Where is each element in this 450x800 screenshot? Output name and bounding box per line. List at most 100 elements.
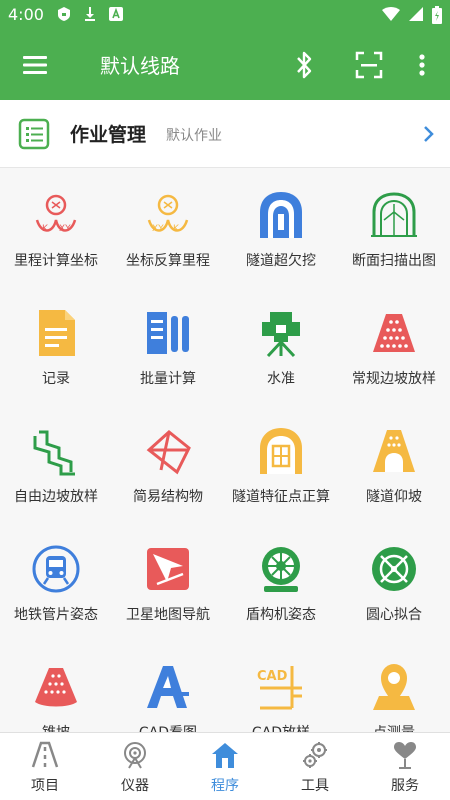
- bottom-nav: 项目 仪器 程序 工具 服务: [0, 732, 450, 800]
- free-slope-icon: [33, 430, 75, 476]
- nav-label: 工具: [301, 778, 329, 794]
- level-icon: [262, 312, 300, 358]
- job-subtitle: 默认作业: [166, 128, 222, 144]
- more-options-icon[interactable]: [412, 50, 432, 80]
- grid-item-mileage-to-coord[interactable]: K XY 里程计算坐标: [0, 172, 112, 290]
- cad-view-icon: [147, 666, 189, 708]
- grid-item-free-slope[interactable]: 自由边坡放样: [0, 408, 112, 526]
- grid-item-circle-fit[interactable]: 圆心拟合: [338, 526, 450, 644]
- grid-item-tunnel-feature[interactable]: 隧道特征点正算: [225, 408, 337, 526]
- grid-item-label: 断面扫描出图: [352, 253, 436, 269]
- tunnel-overbreak-icon: [260, 192, 302, 238]
- grid-item-shield-machine[interactable]: 盾构机姿态: [225, 526, 337, 644]
- metro-segment-icon: [32, 545, 80, 593]
- grid-item-label: 盾构机姿态: [246, 607, 316, 623]
- section-scan-icon: [371, 192, 417, 237]
- app-title: 默认线路: [100, 54, 180, 78]
- job-title: 作业管理: [70, 124, 147, 146]
- satellite-map-icon: [147, 548, 189, 590]
- grid-item-batch-calc[interactable]: 批量计算: [112, 290, 224, 408]
- grid-item-label: 隧道特征点正算: [232, 489, 330, 505]
- grid-item-label: 批量计算: [140, 371, 196, 387]
- grid-item-label: 地铁管片姿态: [14, 607, 98, 623]
- grid-item-record[interactable]: 记录: [0, 290, 112, 408]
- home-icon: [212, 743, 238, 768]
- bluetooth-icon[interactable]: [290, 48, 318, 82]
- grid-item-level[interactable]: 水准: [225, 290, 337, 408]
- project-icon: [31, 741, 59, 768]
- grid-item-label: CAD放样: [225, 722, 337, 732]
- battery-icon: [432, 6, 442, 24]
- grid-item-label: CAD看图: [112, 722, 224, 732]
- tools-icon: [303, 742, 327, 768]
- grid-item-label: 常规边坡放样: [352, 371, 436, 387]
- coord-to-mileage-icon: XY K: [147, 194, 189, 234]
- svg-text:XY: XY: [59, 224, 71, 234]
- nav-label: 程序: [211, 778, 239, 794]
- job-list-icon: [18, 118, 50, 150]
- svg-text:CAD: CAD: [257, 669, 288, 684]
- grid-item-label: 坐标反算里程: [126, 253, 210, 269]
- status-notification-icons: [56, 6, 124, 22]
- status-bar: 4:00: [0, 0, 450, 30]
- grid-item-label: 圆心拟合: [366, 607, 422, 623]
- grid-item-tunnel-slope[interactable]: 隧道仰坡: [338, 408, 450, 526]
- function-grid: K XY 里程计算坐标 XY K 坐标反算里程 隧道超欠挖 断面扫描出图 记录 …: [0, 172, 450, 732]
- grid-item-label: 水准: [267, 371, 295, 387]
- record-icon: [39, 310, 75, 356]
- svg-text:K: K: [173, 224, 180, 234]
- mileage-to-coord-icon: K XY: [35, 194, 77, 234]
- grid-item-cad-view[interactable]: CAD看图: [112, 644, 224, 732]
- shield-notification-icon: [58, 7, 70, 21]
- nav-label: 服务: [391, 778, 419, 794]
- app-bar: 默认线路: [0, 30, 450, 100]
- nav-item-program[interactable]: 程序: [180, 733, 270, 800]
- chevron-right-icon[interactable]: [422, 124, 436, 144]
- grid-item-tunnel-overbreak[interactable]: 隧道超欠挖: [225, 172, 337, 290]
- svg-text:XY: XY: [152, 224, 164, 234]
- grid-item-label: 点测量: [338, 722, 450, 732]
- scan-icon[interactable]: [354, 50, 384, 80]
- grid-item-label: 记录: [42, 371, 70, 387]
- grid-item-cad-stakeout[interactable]: CAD CAD放样: [225, 644, 337, 732]
- nav-label: 项目: [31, 778, 59, 794]
- grid-item-cone-slope[interactable]: 锥坡: [0, 644, 112, 732]
- cone-slope-icon: [35, 668, 77, 707]
- nav-item-project[interactable]: 项目: [0, 733, 90, 800]
- grid-item-coord-to-mileage[interactable]: XY K 坐标反算里程: [112, 172, 224, 290]
- grid-item-label: 简易结构物: [133, 489, 203, 505]
- instrument-icon: [124, 742, 146, 769]
- grid-item-label: 隧道超欠挖: [246, 253, 316, 269]
- tunnel-feature-icon: [260, 428, 302, 474]
- job-management-bar[interactable]: 作业管理 默认作业: [0, 100, 450, 168]
- wifi-icon: [382, 7, 400, 21]
- grid-item-slope-stakeout[interactable]: 常规边坡放样: [338, 290, 450, 408]
- grid-item-label: 隧道仰坡: [366, 489, 422, 505]
- grid-item-label: 卫星地图导航: [126, 607, 210, 623]
- nav-item-tools[interactable]: 工具: [270, 733, 360, 800]
- cad-stakeout-icon: CAD: [257, 666, 302, 710]
- grid-item-label: 锥坡: [0, 722, 112, 732]
- status-system-icons: [382, 6, 442, 24]
- service-icon: [394, 742, 416, 769]
- nav-item-service[interactable]: 服务: [360, 733, 450, 800]
- grid-item-section-scan[interactable]: 断面扫描出图: [338, 172, 450, 290]
- grid-item-label: 自由边坡放样: [14, 489, 98, 505]
- point-measure-icon: [373, 664, 415, 710]
- grid-item-point-measure[interactable]: 点测量: [338, 644, 450, 732]
- tunnel-slope-icon: [373, 430, 415, 472]
- grid-item-simple-structure[interactable]: 简易结构物: [112, 408, 224, 526]
- grid-item-metro-segment[interactable]: 地铁管片姿态: [0, 526, 112, 644]
- shield-machine-icon: [262, 547, 300, 592]
- menu-icon[interactable]: [20, 50, 50, 80]
- simple-structure-icon: [146, 430, 191, 475]
- app-notification-icon: [109, 7, 123, 21]
- grid-item-satellite-map[interactable]: 卫星地图导航: [112, 526, 224, 644]
- status-time: 4:00: [8, 5, 44, 24]
- download-icon: [85, 7, 95, 21]
- svg-text:K: K: [42, 224, 49, 234]
- slope-stakeout-icon: [373, 314, 415, 352]
- nav-item-instrument[interactable]: 仪器: [90, 733, 180, 800]
- batch-calc-icon: [147, 312, 189, 354]
- signal-icon: [409, 7, 423, 21]
